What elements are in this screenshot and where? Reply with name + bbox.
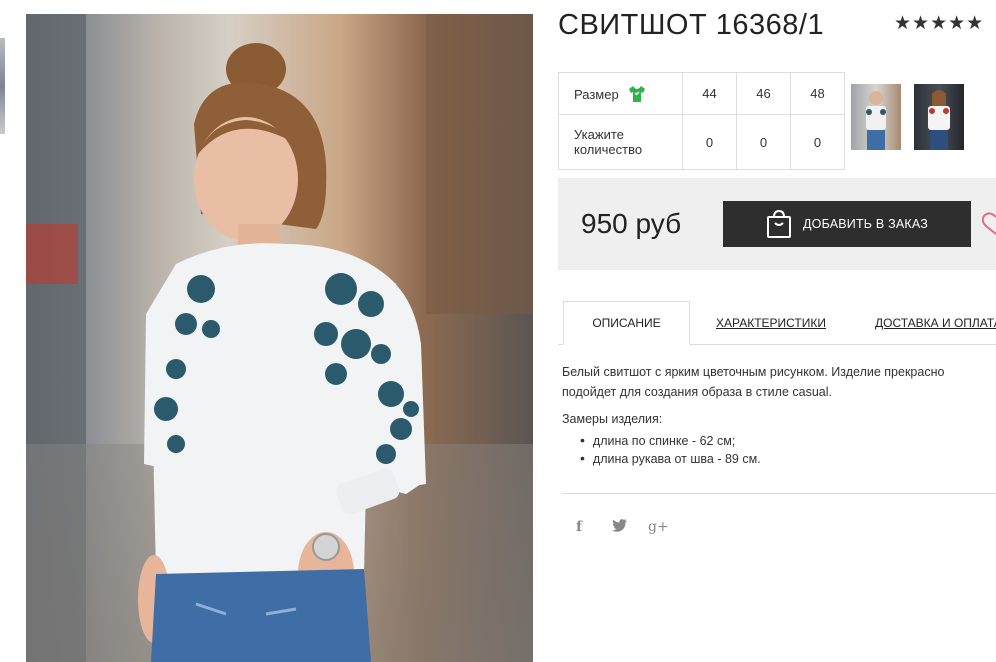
size-option-46[interactable]: 46 — [736, 72, 791, 115]
size-option-48[interactable]: 48 — [790, 72, 845, 115]
rating-stars[interactable]: ★★★★★ — [894, 12, 984, 35]
order-box: 950 руб ДОБАВИТЬ В ЗАКАЗ — [558, 178, 996, 270]
quantity-label-cell: Укажите количество — [558, 114, 683, 170]
tab-characteristics[interactable]: ХАРАКТЕРИСТИКИ — [716, 316, 826, 330]
heart-icon[interactable] — [982, 211, 996, 235]
quantity-input-44[interactable]: 0 — [682, 114, 737, 170]
section-divider — [562, 493, 996, 494]
measures-list: длина по спинке - 62 см; длина рукава от… — [580, 432, 761, 468]
shopping-bag-icon — [767, 209, 791, 238]
add-to-order-label: ДОБАВИТЬ В ЗАКАЗ — [803, 217, 929, 231]
size-label-cell: Размер — [558, 72, 683, 115]
gallery-thumbnail-strip[interactable] — [0, 38, 5, 134]
size-quantity-table: Размер 44 46 48 Укажите количество 0 0 0 — [558, 72, 845, 170]
measures-title: Замеры изделия: — [562, 412, 663, 426]
size-option-44[interactable]: 44 — [682, 72, 737, 115]
add-to-order-button[interactable]: ДОБАВИТЬ В ЗАКАЗ — [723, 201, 971, 247]
product-description: Белый свитшот с ярким цветочным рисунком… — [562, 365, 945, 399]
main-product-photo[interactable] — [26, 14, 533, 662]
quantity-label-line1: Укажите — [574, 127, 624, 142]
product-thumbnail-1[interactable] — [851, 84, 901, 150]
twitter-icon[interactable] — [612, 519, 627, 535]
quantity-label-line2: количество — [574, 142, 643, 157]
measure-item: длина рукава от шва - 89 см. — [580, 450, 761, 468]
google-plus-icon[interactable]: g+ — [648, 519, 669, 535]
size-label: Размер — [574, 86, 619, 102]
quantity-input-48[interactable]: 0 — [790, 114, 845, 170]
product-price: 950 руб — [581, 208, 682, 239]
tab-delivery-payment[interactable]: ДОСТАВКА И ОПЛАТА — [875, 316, 996, 330]
tab-description[interactable]: ОПИСАНИЕ — [563, 301, 690, 345]
facebook-icon[interactable]: f — [576, 519, 582, 535]
measure-item: длина по спинке - 62 см; — [580, 432, 761, 450]
shirt-size-icon[interactable] — [628, 85, 646, 103]
product-title: СВИТШОТ 16368/1 — [558, 9, 825, 41]
quantity-input-46[interactable]: 0 — [736, 114, 791, 170]
product-thumbnail-2[interactable] — [914, 84, 964, 150]
